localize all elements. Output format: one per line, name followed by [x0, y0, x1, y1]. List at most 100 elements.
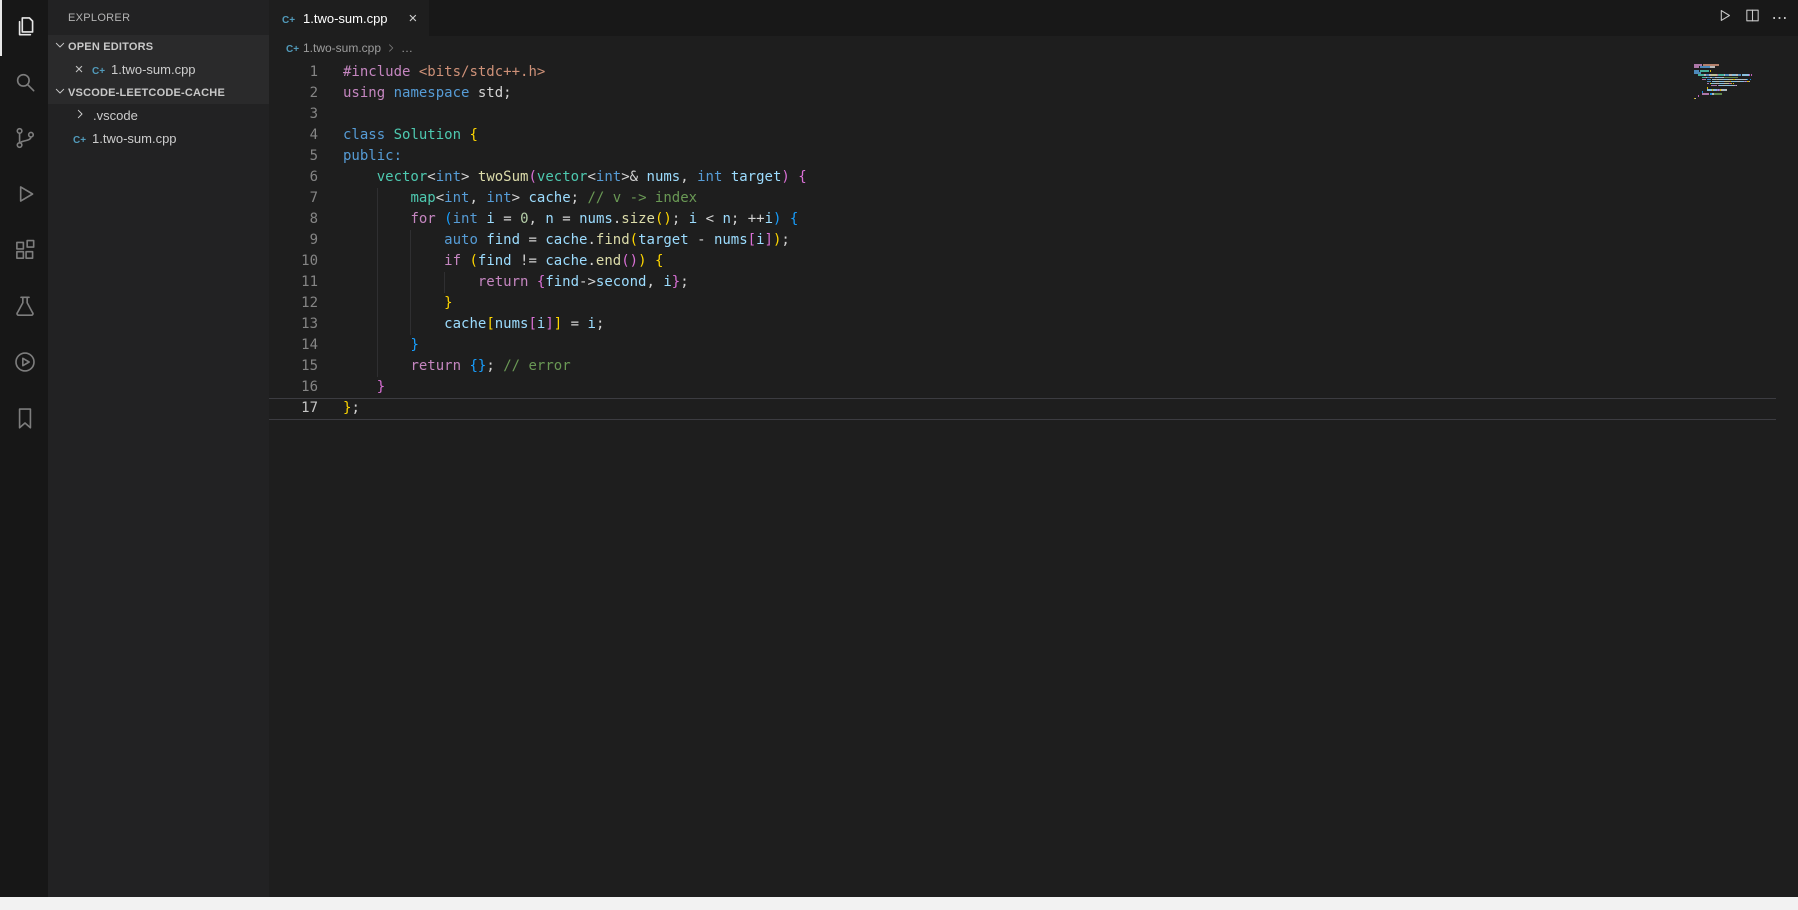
line-number-3[interactable]: 3 [269, 104, 318, 125]
code-line-5[interactable]: 5public: [269, 146, 1798, 167]
indent-guide [410, 314, 411, 335]
activity-bar [0, 0, 48, 897]
tab-close-icon[interactable]: × [409, 10, 418, 27]
more-actions-button[interactable]: ⋯ [1766, 4, 1794, 32]
code-area[interactable]: 1#include <bits/stdc++.h>2 using namespac… [269, 60, 1798, 897]
activity-item-run-circle[interactable] [0, 336, 48, 392]
beaker-icon [12, 293, 38, 324]
extensions-icon [12, 237, 38, 268]
indent-guide [377, 335, 378, 356]
sidebar-item-1-two-sum-cpp[interactable]: ×C+1.two-sum.cpp [48, 58, 269, 81]
line-content: return {}; // error [343, 356, 571, 377]
indent-guide [410, 230, 411, 251]
close-icon[interactable]: × [72, 62, 86, 77]
cpp-file-icon: C+ [72, 131, 87, 146]
sidebar-item-1-two-sum-cpp[interactable]: C+ 1.two-sum.cpp [48, 127, 269, 150]
indent-guide [377, 251, 378, 272]
code-line-6[interactable]: 6 vector<int> twoSum(vector<int>& nums, … [269, 167, 1798, 188]
play-circle-icon [12, 349, 38, 380]
line-number-13[interactable]: 13 [269, 314, 318, 335]
line-number-6[interactable]: 6 [269, 167, 318, 188]
code-lines: 1#include <bits/stdc++.h>2 using namespac… [269, 62, 1798, 419]
activity-item-extensions[interactable] [0, 224, 48, 280]
search-icon [12, 69, 38, 100]
files-icon [12, 13, 38, 44]
line-content: cache[nums[i]] = i; [343, 314, 604, 335]
bookmark-icon [12, 405, 38, 436]
chevron-down-icon [52, 83, 68, 102]
sidebar-section-1: VSCODE-LEETCODE-CACHE .vscode C+ 1.two-sum.… [48, 81, 269, 150]
line-number-1[interactable]: 1 [269, 62, 318, 83]
indent-guide [377, 293, 378, 314]
tab-1-two-sum-cpp[interactable]: C+1.two-sum.cpp× [269, 0, 429, 36]
line-number-11[interactable]: 11 [269, 272, 318, 293]
breadcrumb-segment-0[interactable]: 1.two-sum.cpp [303, 41, 381, 55]
code-line-13[interactable]: 13 cache[nums[i]] = i; [269, 314, 1798, 335]
section-header-1[interactable]: VSCODE-LEETCODE-CACHE [48, 81, 269, 104]
line-number-7[interactable]: 7 [269, 188, 318, 209]
chevron-right-icon [72, 106, 88, 125]
sidebar-item--vscode[interactable]: .vscode [48, 104, 269, 127]
editor-group: C+1.two-sum.cpp× ⋯ C+1.two-sum.cpp … 1#in… [269, 0, 1798, 897]
minimap[interactable] [1694, 64, 1776, 100]
line-content: } [343, 335, 419, 356]
code-line-11[interactable]: 11 return {find->second, i}; [269, 272, 1798, 293]
tabs: C+1.two-sum.cpp× [269, 0, 429, 36]
line-number-14[interactable]: 14 [269, 335, 318, 356]
indent-guide [410, 293, 411, 314]
section-label: VSCODE-LEETCODE-CACHE [68, 87, 225, 99]
tab-bar: C+1.two-sum.cpp× ⋯ [269, 0, 1798, 36]
sidebar-explorer: EXPLORER OPEN EDITORS×C+1.two-sum.cppVSC… [48, 0, 269, 897]
code-line-17[interactable]: 17}; [269, 398, 1798, 419]
line-content: using namespace std; [343, 83, 512, 104]
code-line-4[interactable]: 4class Solution { [269, 125, 1798, 146]
ellipsis-icon: ⋯ [1772, 8, 1789, 28]
breadcrumb: C+1.two-sum.cpp … [269, 36, 1798, 60]
line-number-8[interactable]: 8 [269, 209, 318, 230]
line-number-12[interactable]: 12 [269, 293, 318, 314]
code-line-1[interactable]: 1#include <bits/stdc++.h> [269, 62, 1798, 83]
indent-guide [410, 272, 411, 293]
breadcrumb-segment-1[interactable]: … [401, 41, 413, 55]
code-line-16[interactable]: 16 } [269, 377, 1798, 398]
code-line-8[interactable]: 8 for (int i = 0, n = nums.size(); i < n… [269, 209, 1798, 230]
chevron-down-icon [52, 37, 68, 56]
split-editor-button[interactable] [1738, 4, 1766, 32]
indent-guide [377, 188, 378, 209]
line-number-17[interactable]: 17 [269, 398, 318, 419]
play-icon [1716, 7, 1733, 29]
code-line-15[interactable]: 15 return {}; // error [269, 356, 1798, 377]
breadcrumb-chevron-icon [384, 41, 398, 55]
run-code-button[interactable] [1710, 4, 1738, 32]
line-content: if (find != cache.end()) { [343, 251, 663, 272]
line-number-2[interactable]: 2 [269, 83, 318, 104]
indent-guide [377, 356, 378, 377]
activity-item-run-and-debug[interactable] [0, 168, 48, 224]
line-number-15[interactable]: 15 [269, 356, 318, 377]
code-line-2[interactable]: 2 using namespace std; [269, 83, 1798, 104]
line-number-10[interactable]: 10 [269, 251, 318, 272]
editor-actions: ⋯ [1710, 0, 1794, 36]
code-line-10[interactable]: 10 if (find != cache.end()) { [269, 251, 1798, 272]
section-label: OPEN EDITORS [68, 41, 153, 53]
indent-guide [377, 314, 378, 335]
code-line-9[interactable]: 9 auto find = cache.find(target - nums[i… [269, 230, 1798, 251]
section-header-0[interactable]: OPEN EDITORS [48, 35, 269, 58]
line-number-16[interactable]: 16 [269, 377, 318, 398]
sidebar-title: EXPLORER [48, 0, 269, 35]
code-line-3[interactable]: 3 [269, 104, 1798, 125]
item-label: 1.two-sum.cpp [92, 131, 177, 146]
activity-item-search[interactable] [0, 56, 48, 112]
activity-item-explorer[interactable] [0, 0, 48, 56]
cpp-file-icon: C+ [285, 41, 300, 55]
activity-item-source-control[interactable] [0, 112, 48, 168]
code-line-12[interactable]: 12 } [269, 293, 1798, 314]
code-line-7[interactable]: 7 map<int, int> cache; // v -> index [269, 188, 1798, 209]
activity-item-testing[interactable] [0, 280, 48, 336]
line-number-5[interactable]: 5 [269, 146, 318, 167]
code-line-14[interactable]: 14 } [269, 335, 1798, 356]
activity-item-bookmarks[interactable] [0, 392, 48, 448]
line-number-9[interactable]: 9 [269, 230, 318, 251]
line-content: } [343, 293, 453, 314]
line-number-4[interactable]: 4 [269, 125, 318, 146]
